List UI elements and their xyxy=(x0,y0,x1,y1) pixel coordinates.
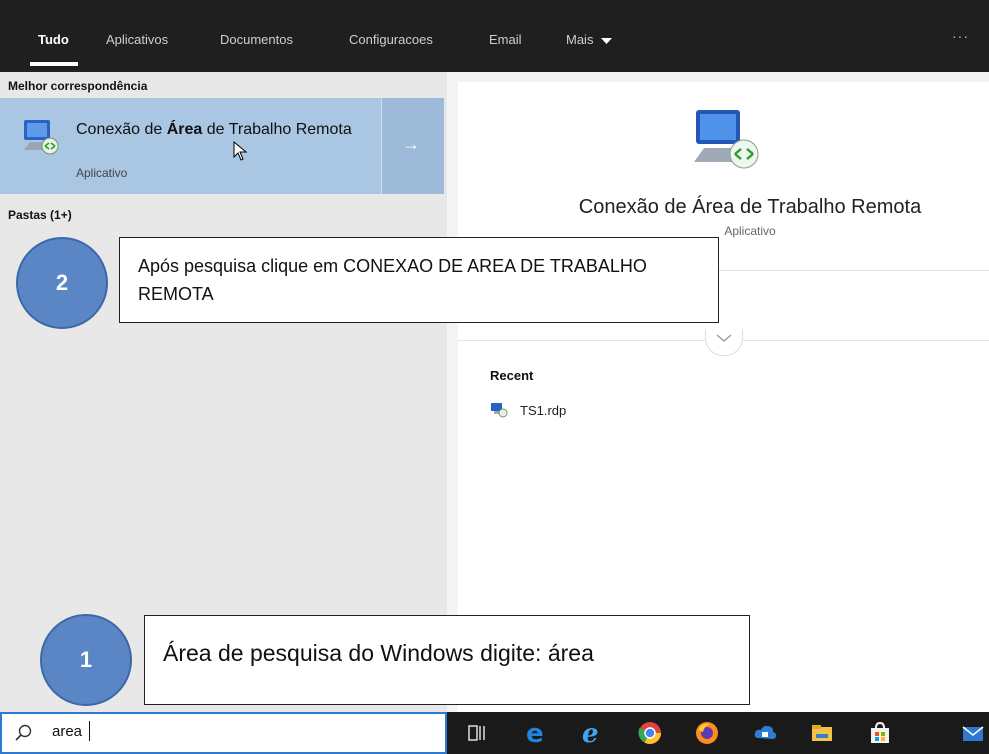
best-match-type: Aplicativo xyxy=(76,166,128,180)
step-2-marker: 2 xyxy=(16,237,108,329)
chevron-down-icon xyxy=(716,334,732,342)
search-input[interactable]: area xyxy=(52,723,82,740)
recent-file-name: TS1.rdp xyxy=(520,402,567,418)
tab-more-label: Mais xyxy=(566,32,594,47)
file-explorer-icon[interactable] xyxy=(809,720,835,746)
search-icon xyxy=(15,724,32,741)
mouse-cursor-icon xyxy=(233,141,248,161)
cloud-app-icon[interactable] xyxy=(752,720,778,746)
recent-file-item[interactable]: TS1.rdp xyxy=(490,402,566,418)
mail-icon[interactable] xyxy=(960,720,986,746)
edge-icon[interactable]: e xyxy=(524,720,550,746)
best-match-title-suffix: de Trabalho Remota xyxy=(202,121,352,138)
remote-desktop-icon xyxy=(24,120,59,155)
best-match-title-highlight: Área xyxy=(166,121,203,138)
chrome-icon[interactable] xyxy=(637,720,663,746)
overflow-menu-button[interactable]: ··· xyxy=(952,28,969,44)
svg-text:e: e xyxy=(582,720,599,746)
tab-apps[interactable]: Aplicativos xyxy=(106,32,168,47)
tab-documents[interactable]: Documentos xyxy=(220,32,293,47)
step-2-note: Após pesquisa clique em CONEXAO DE AREA … xyxy=(119,237,719,323)
search-tab-bar: Tudo Aplicativos Documentos Configuracoe… xyxy=(0,0,989,72)
detail-app-title: Conexão de Área de Trabalho Remota xyxy=(578,196,922,218)
rdp-file-icon xyxy=(491,403,508,418)
firefox-icon[interactable] xyxy=(694,720,720,746)
tab-settings[interactable]: Configuracoes xyxy=(349,32,433,47)
step-1-marker: 1 xyxy=(40,614,132,706)
text-caret xyxy=(89,721,90,741)
recent-header: Recent xyxy=(490,368,534,383)
step-1-note: Área de pesquisa do Windows digite: área xyxy=(144,615,750,705)
store-icon[interactable] xyxy=(867,720,893,746)
best-match-header: Melhor correspondência xyxy=(8,79,148,93)
svg-text:e: e xyxy=(526,720,544,746)
internet-explorer-icon[interactable]: e xyxy=(580,720,606,746)
tab-email[interactable]: Email xyxy=(489,32,522,47)
chevron-down-icon xyxy=(601,37,613,44)
detail-app-type: Aplicativo xyxy=(724,224,776,238)
best-match-title: Conexão de Área de Trabalho Remota xyxy=(76,120,356,140)
folders-header[interactable]: Pastas (1+) xyxy=(8,208,72,222)
tab-more[interactable]: Mais xyxy=(566,32,613,47)
task-view-icon[interactable] xyxy=(465,720,491,746)
remote-desktop-large-icon xyxy=(694,110,759,169)
active-tab-indicator xyxy=(30,62,78,66)
tab-all[interactable]: Tudo xyxy=(38,32,69,47)
open-details-button[interactable]: → xyxy=(381,98,444,194)
best-match-title-prefix: Conexão de xyxy=(76,121,167,138)
arrow-right-icon: → xyxy=(402,134,420,154)
